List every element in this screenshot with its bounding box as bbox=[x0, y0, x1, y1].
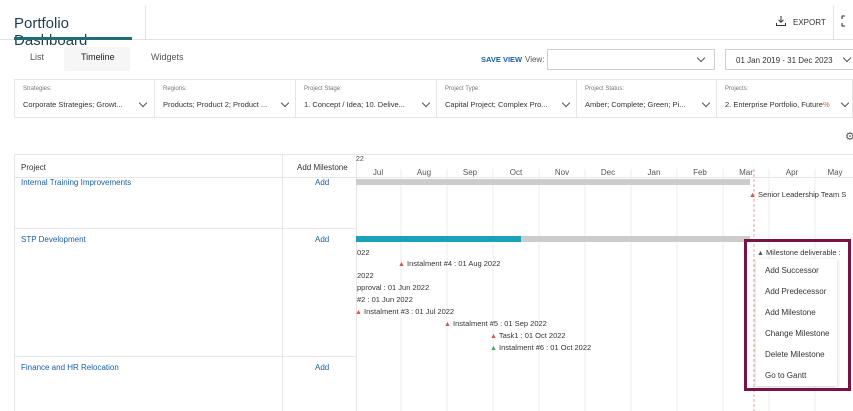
project-bar-internal-training bbox=[356, 179, 750, 185]
milestone-label[interactable]: 022 bbox=[357, 248, 370, 257]
chevron-down-icon bbox=[280, 98, 290, 108]
project-name[interactable]: STP Development bbox=[21, 235, 86, 244]
date-range-select[interactable]: 01 Jan 2019 - 31 Dec 2023 bbox=[725, 49, 853, 70]
milestone-text: Instalment #3 : 01 Jul 2022 bbox=[364, 307, 455, 316]
milestone-red-icon: ▲ bbox=[444, 321, 451, 328]
milestone-text: Instalment #5 : 01 Sep 2022 bbox=[453, 319, 547, 328]
filter-label: Project Status: bbox=[585, 86, 625, 92]
filter-value-text: 2. Enterprise Portfolio, Future bbox=[725, 100, 823, 109]
column-header-add-milestone: Add Milestone bbox=[297, 163, 348, 172]
filter-value: 1. Concept / Idea; 10. Delive... bbox=[304, 100, 405, 109]
top-bar: Portfolio Dashboard EXPORT bbox=[0, 0, 853, 49]
column-header-project: Project bbox=[21, 163, 46, 172]
chevron-down-icon bbox=[840, 98, 850, 108]
column-divider bbox=[282, 154, 283, 411]
filter-regions[interactable]: Regions: Products; Product 2; Product ..… bbox=[155, 80, 296, 117]
milestone-text: Instalment #6 : 01 Oct 2022 bbox=[499, 343, 592, 352]
view-label: View: bbox=[525, 55, 545, 64]
chevron-down-icon bbox=[138, 98, 148, 108]
milestone-label[interactable]: ▲ Senior Leadership Team S bbox=[749, 190, 846, 199]
filter-strategies[interactable]: Strategies: Corporate Strategies; Growt.… bbox=[15, 80, 155, 117]
highlight-frame bbox=[744, 239, 851, 391]
add-milestone-link[interactable]: Add bbox=[315, 178, 329, 187]
project-name[interactable]: Finance and HR Relocation bbox=[21, 363, 119, 372]
filter-label: Regions: bbox=[163, 86, 187, 92]
filter-value-suffix: % bbox=[822, 100, 830, 109]
filter-project-type[interactable]: Project Type: Capital Project; Complex P… bbox=[437, 80, 577, 117]
milestone-label[interactable]: 2022 bbox=[357, 271, 374, 280]
page-title: Portfolio Dashboard bbox=[14, 15, 88, 49]
row-divider bbox=[14, 228, 356, 229]
dashboard-tab[interactable]: Portfolio Dashboard bbox=[0, 6, 146, 49]
milestone-label[interactable]: ▲ Instalment #6 : 01 Oct 2022 bbox=[490, 343, 591, 352]
filter-value: Capital Project; Complex Pro... bbox=[445, 100, 548, 109]
milestone-red-icon: ▲ bbox=[398, 261, 405, 268]
milestone-label[interactable]: ▲ Instalment #5 : 01 Sep 2022 bbox=[444, 319, 547, 328]
filter-label: Project Stage: bbox=[304, 86, 342, 92]
view-select[interactable] bbox=[547, 49, 715, 70]
milestone-label[interactable]: pproval : 01 Jun 2022 bbox=[357, 283, 429, 292]
milestone-text: Senior Leadership Team S bbox=[758, 190, 847, 199]
divider bbox=[833, 6, 834, 40]
add-milestone-link[interactable]: Add bbox=[315, 235, 329, 244]
tab-list[interactable]: List bbox=[30, 52, 44, 62]
save-view-button[interactable]: SAVE VIEW bbox=[481, 55, 522, 64]
filter-label: Projects: bbox=[725, 86, 749, 92]
tab-timeline[interactable]: Timeline bbox=[81, 52, 115, 62]
filter-value: Amber; Complete; Green; Pi... bbox=[585, 100, 686, 109]
filter-bar: Strategies: Corporate Strategies; Growt.… bbox=[14, 79, 853, 118]
chevron-down-icon bbox=[701, 98, 711, 108]
row-divider bbox=[14, 356, 356, 357]
milestone-red-icon: ▲ bbox=[490, 333, 497, 340]
expand-icon[interactable] bbox=[841, 15, 853, 27]
filter-value: Corporate Strategies; Growt... bbox=[23, 100, 123, 109]
filter-value: 2. Enterprise Portfolio, Future% bbox=[725, 100, 837, 109]
project-bar-stp-progress bbox=[356, 236, 521, 242]
gear-icon[interactable]: ⚙ bbox=[845, 130, 853, 143]
milestone-text: Task1 : 01 Oct 2022 bbox=[498, 331, 566, 340]
milestone-label[interactable]: ▲ Instalment #4 : 01 Aug 2022 bbox=[398, 259, 500, 268]
milestone-label[interactable]: ▲ Instalment #3 : 01 Jul 2022 bbox=[355, 307, 454, 316]
filter-projects[interactable]: Projects: 2. Enterprise Portfolio, Futur… bbox=[717, 80, 853, 117]
milestone-label[interactable]: ▲ Task1 : 01 Oct 2022 bbox=[490, 331, 566, 340]
filter-project-stage[interactable]: Project Stage: 1. Concept / Idea; 10. De… bbox=[296, 80, 437, 117]
milestone-red-icon: ▲ bbox=[355, 309, 362, 316]
filter-label: Strategies: bbox=[23, 86, 52, 92]
download-icon[interactable] bbox=[776, 16, 786, 26]
date-range-value: 01 Jan 2019 - 31 Dec 2023 bbox=[736, 56, 833, 65]
milestone-green-icon: ▲ bbox=[490, 345, 497, 352]
chevron-down-icon bbox=[421, 98, 431, 108]
milestone-text: Instalment #4 : 01 Aug 2022 bbox=[407, 259, 501, 268]
tab-widgets[interactable]: Widgets bbox=[151, 52, 184, 62]
filter-value: Products; Product 2; Product ... bbox=[163, 100, 268, 109]
active-tab-underline bbox=[14, 37, 132, 40]
filter-label: Project Type: bbox=[445, 86, 480, 92]
year-label: 22 bbox=[356, 156, 364, 163]
add-milestone-link[interactable]: Add bbox=[315, 363, 329, 372]
milestone-label[interactable]: #2 : 01 Jun 2022 bbox=[357, 295, 413, 304]
chevron-down-icon bbox=[561, 98, 571, 108]
export-button[interactable]: EXPORT bbox=[793, 18, 826, 27]
milestone-red-icon: ▲ bbox=[749, 192, 756, 199]
project-name[interactable]: Internal Training Improvements bbox=[21, 178, 131, 187]
chevron-down-icon bbox=[696, 53, 706, 63]
filter-project-status[interactable]: Project Status: Amber; Complete; Green; … bbox=[577, 80, 717, 117]
chevron-down-icon bbox=[842, 53, 852, 63]
